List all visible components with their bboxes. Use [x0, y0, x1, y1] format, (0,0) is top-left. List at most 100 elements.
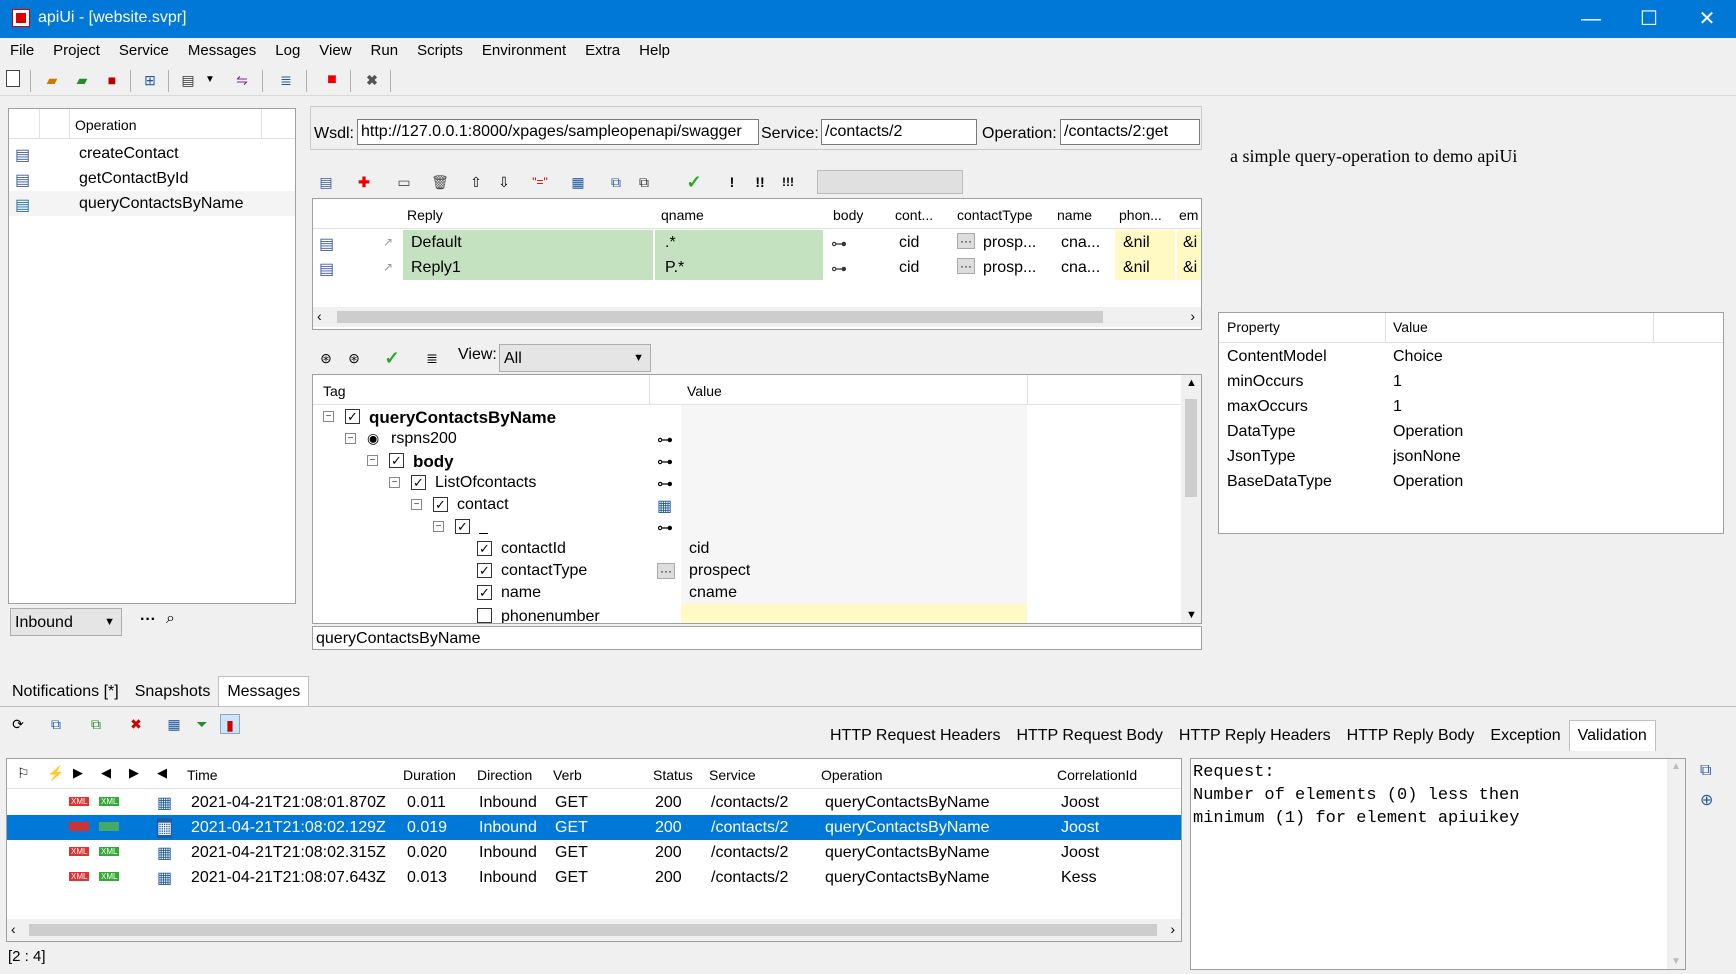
menu-view[interactable]: View	[309, 38, 360, 59]
find-next-icon[interactable]: ⊛	[344, 348, 364, 368]
collapse-icon[interactable]: −	[433, 521, 444, 532]
service-input[interactable]	[821, 119, 977, 145]
tree-icon[interactable]: ⊶	[657, 474, 673, 494]
horizontal-scrollbar[interactable]: ‹ ›	[313, 307, 1201, 327]
ellipsis-button[interactable]: ···	[657, 563, 675, 579]
menu-project[interactable]: Project	[43, 38, 109, 59]
triple-exclamation-icon[interactable]: !!!	[778, 172, 798, 192]
options-icon[interactable]: ▤	[178, 70, 198, 90]
collapse-icon[interactable]: −	[345, 433, 356, 444]
table-row[interactable]: XML XML ▦ 2021-04-21T21:08:02.315Z 0.020…	[7, 840, 1181, 865]
close-button[interactable]: ✕	[1678, 0, 1736, 38]
tree-icon[interactable]: ⊶	[657, 430, 673, 450]
stop-icon[interactable]: ■	[322, 70, 342, 90]
delete-icon[interactable]: 🗑	[430, 172, 450, 192]
table-row[interactable]: minOccurs 1	[1219, 369, 1723, 394]
tab-snapshots[interactable]: Snapshots	[127, 677, 219, 707]
collapse-icon[interactable]: −	[323, 411, 334, 422]
copy-icon[interactable]: ⧉	[606, 172, 626, 192]
chevron-down-icon[interactable]: ▼	[1186, 609, 1197, 621]
checkbox[interactable]: ✓	[345, 409, 360, 424]
zoom-icon[interactable]: ⊕	[1700, 790, 1713, 810]
checkbox[interactable]: ✓	[477, 541, 492, 556]
tab-validation[interactable]: Validation	[1568, 720, 1656, 751]
checkbox[interactable]: ✓	[455, 519, 470, 534]
vertical-scrollbar[interactable]: ▲ ▼	[1667, 759, 1685, 969]
chevron-down-icon[interactable]: ▼	[1671, 956, 1681, 967]
table-icon[interactable]: ▦	[657, 496, 672, 516]
tab-notifications[interactable]: Notifications [*]	[4, 677, 127, 707]
clear-icon[interactable]: ✖	[362, 70, 382, 90]
table-row[interactable]: DataType Operation	[1219, 419, 1723, 444]
menu-scripts[interactable]: Scripts	[407, 38, 472, 59]
checkmark-icon[interactable]: ✓	[684, 172, 704, 192]
menu-messages[interactable]: Messages	[178, 38, 265, 59]
tab-http-request-body[interactable]: HTTP Request Body	[1008, 721, 1170, 751]
ellipsis-button[interactable]: ···	[957, 233, 975, 249]
bookmark-icon[interactable]: ▮	[220, 714, 240, 734]
more-button[interactable]: ···	[140, 611, 156, 629]
tab-exception[interactable]: Exception	[1482, 721, 1568, 751]
tree-node[interactable]: − ✓ ListOfcontacts ⊶	[313, 472, 1181, 494]
tree-node[interactable]: ✓ contactType ··· prospect	[313, 560, 1181, 582]
switch-icon[interactable]: ⇋	[232, 70, 252, 90]
chevron-right-icon[interactable]: ›	[1170, 921, 1175, 937]
copy-icon[interactable]: ⧉	[1700, 762, 1711, 780]
refresh-icon[interactable]: ⟳	[8, 714, 28, 734]
tab-messages[interactable]: Messages	[218, 676, 310, 707]
wsdl-input[interactable]	[357, 119, 759, 145]
maximize-button[interactable]: ☐	[1620, 0, 1678, 38]
chevron-up-icon[interactable]: ▲	[1671, 761, 1681, 772]
tree-node[interactable]: − ✓ contact ▦	[313, 494, 1181, 516]
move-down-icon[interactable]: ⇩	[494, 172, 514, 192]
list-item[interactable]: ▤ queryContactsByName	[9, 191, 295, 216]
table-row[interactable]: XML XML ▦ 2021-04-21T21:08:02.129Z 0.019…	[7, 815, 1181, 840]
paste-icon[interactable]: ⧉	[634, 172, 654, 192]
new-file-icon[interactable]	[6, 70, 20, 87]
tree-node[interactable]: ✓ contactId cid	[313, 538, 1181, 560]
menu-log[interactable]: Log	[265, 38, 309, 59]
checkbox[interactable]: ✓	[477, 563, 492, 578]
ellipsis-button[interactable]: ···	[957, 258, 975, 274]
tab-http-reply-headers[interactable]: HTTP Reply Headers	[1171, 721, 1339, 751]
checkbox[interactable]	[477, 608, 492, 623]
collapse-icon[interactable]: −	[411, 499, 422, 510]
edit-icon[interactable]: ▤	[316, 172, 336, 192]
collapse-icon[interactable]: −	[367, 455, 378, 466]
menu-extra[interactable]: Extra	[575, 38, 629, 59]
list-icon[interactable]: ≣	[422, 348, 442, 368]
delete-messages-icon[interactable]: ✖	[126, 714, 146, 734]
horizontal-scrollbar[interactable]: ‹ ›	[7, 919, 1181, 941]
open-icon[interactable]: ▭	[394, 172, 414, 192]
copy-icon[interactable]: ⧉	[46, 714, 66, 734]
tree-icon[interactable]: ⊶	[831, 234, 847, 254]
open-folder-icon[interactable]: ▰	[42, 70, 62, 90]
menu-file[interactable]: File	[0, 38, 43, 59]
tree-node[interactable]: phonenumber	[313, 604, 1181, 623]
table-row[interactable]: XML XML ▦ 2021-04-21T21:08:07.643Z 0.013…	[7, 865, 1181, 890]
tree-icon[interactable]: ⊞	[140, 70, 160, 90]
operation-input[interactable]	[1060, 119, 1200, 145]
menu-environment[interactable]: Environment	[472, 38, 575, 59]
view-select[interactable]: All ▼	[499, 344, 651, 372]
search-icon[interactable]: ⌕	[166, 610, 175, 628]
list-icon[interactable]: ≣	[276, 70, 296, 90]
tree-icon[interactable]: ⊶	[657, 452, 673, 472]
menu-service[interactable]: Service	[109, 38, 178, 59]
radio-icon[interactable]: ◉	[367, 430, 379, 447]
chevron-left-icon[interactable]: ‹	[11, 921, 16, 937]
checkbox[interactable]: ✓	[411, 475, 426, 490]
table-row[interactable]: ContentModel Choice	[1219, 344, 1723, 369]
table-row[interactable]: maxOccurs 1	[1219, 394, 1723, 419]
tree-node[interactable]: − ✓ _ ⊶	[313, 516, 1181, 538]
double-exclamation-icon[interactable]: !!	[750, 172, 770, 192]
collapse-icon[interactable]: −	[389, 477, 400, 488]
binoculars-icon[interactable]: ⊛	[316, 348, 336, 368]
exclamation-icon[interactable]: !	[722, 172, 742, 192]
tree-icon[interactable]: ⊶	[831, 259, 847, 279]
export-icon[interactable]: ⧉	[86, 714, 106, 734]
checkbox[interactable]: ✓	[389, 453, 404, 468]
list-item[interactable]: ▤ getContactById	[9, 166, 295, 191]
chevron-left-icon[interactable]: ‹	[317, 308, 322, 324]
checkbox[interactable]: ✓	[477, 585, 492, 600]
